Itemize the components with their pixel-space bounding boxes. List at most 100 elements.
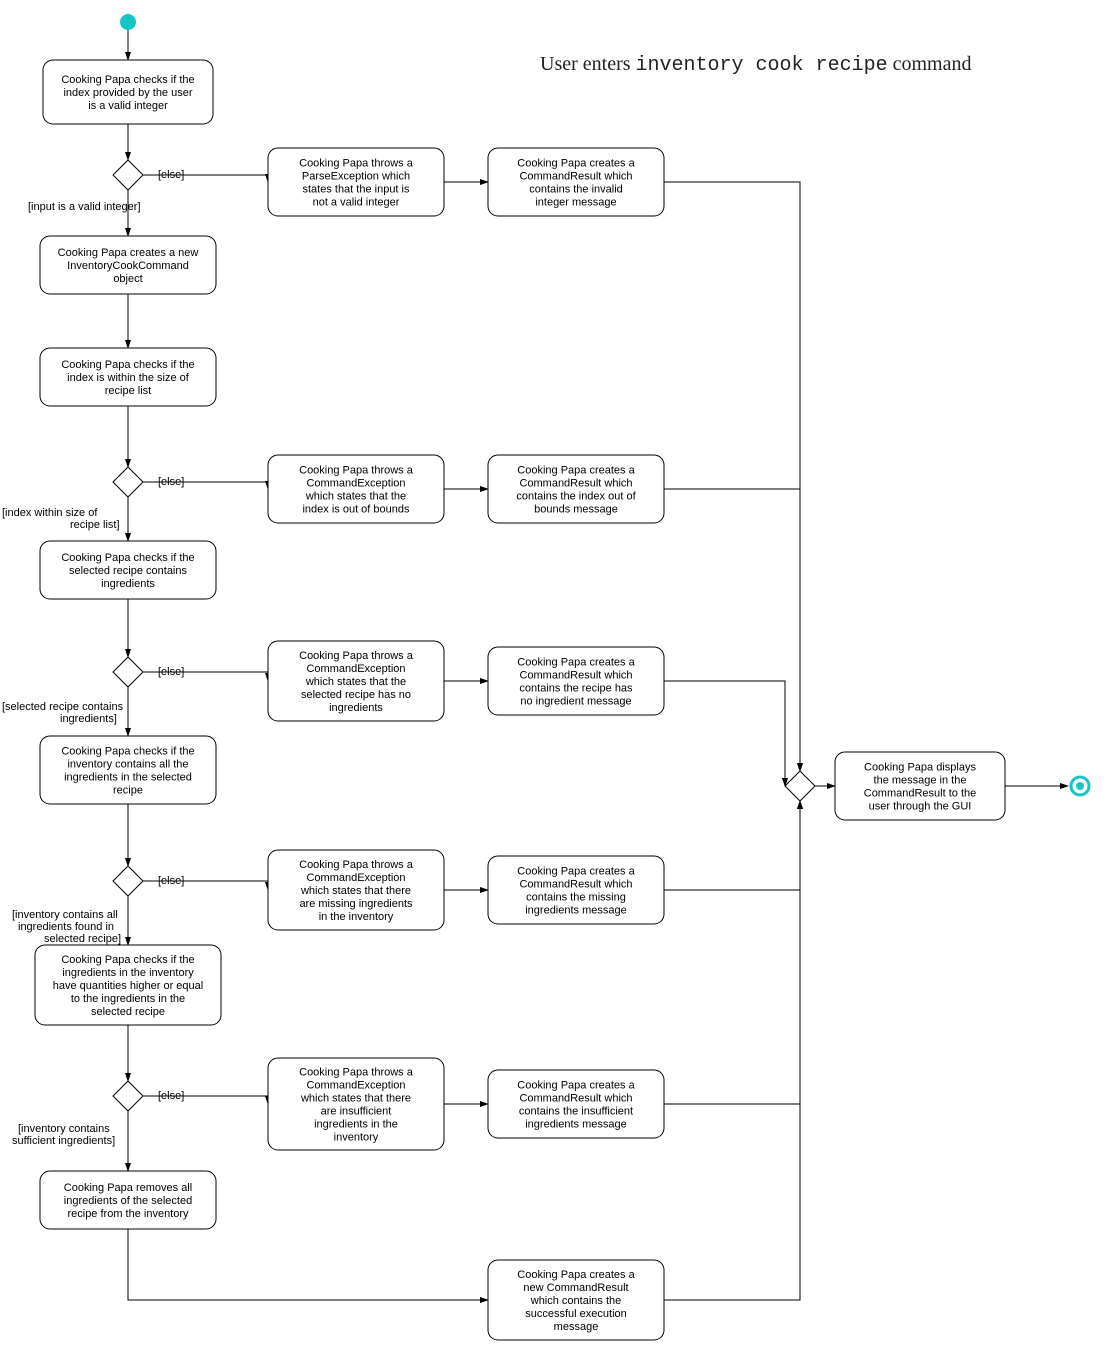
end-node-inner bbox=[1076, 782, 1084, 790]
action-node: Cooking Papa creates aCommandResult whic… bbox=[488, 455, 664, 523]
action-text: inventory contains all the bbox=[67, 759, 188, 771]
action-text: is a valid integer bbox=[88, 100, 168, 112]
action-text: ParseException which bbox=[302, 171, 410, 183]
action-node: Cooking Papa throws aCommandExceptionwhi… bbox=[268, 850, 444, 930]
action-text: Cooking Papa creates a new bbox=[58, 247, 199, 259]
action-text: Cooking Papa checks if the bbox=[61, 74, 194, 86]
guard-label: [index within size of bbox=[2, 507, 98, 519]
decision-node bbox=[785, 771, 815, 801]
guard-label: [inventory contains bbox=[18, 1123, 110, 1135]
flow-edge bbox=[664, 801, 800, 890]
action-text: inventory bbox=[334, 1132, 379, 1144]
guard-label: ingredients] bbox=[60, 713, 117, 725]
action-text: ingredients message bbox=[525, 905, 627, 917]
action-text: not a valid integer bbox=[313, 197, 400, 209]
action-node: Cooking Papa creates a newInventoryCookC… bbox=[40, 236, 216, 294]
action-node: Cooking Papa throws aParseException whic… bbox=[268, 148, 444, 216]
action-text: Cooking Papa creates a bbox=[517, 657, 635, 669]
action-text: contains the missing bbox=[526, 892, 626, 904]
action-node: Cooking Papa checks if theinventory cont… bbox=[40, 736, 216, 804]
flow-edge bbox=[664, 801, 800, 1104]
action-text: Cooking Papa throws a bbox=[299, 859, 414, 871]
diagram-title: User enters inventory cook recipe comman… bbox=[540, 53, 971, 77]
guard-label: [selected recipe contains bbox=[2, 701, 124, 713]
action-text: CommandException bbox=[306, 1080, 405, 1092]
action-text: message bbox=[554, 1321, 599, 1333]
decision-node bbox=[113, 866, 143, 896]
action-text: CommandResult to the bbox=[864, 788, 977, 800]
guard-label: [else] bbox=[158, 476, 184, 488]
action-node: Cooking Papa checks if theingredients in… bbox=[35, 945, 221, 1025]
decision-node bbox=[113, 1081, 143, 1111]
action-text: selected recipe has no bbox=[301, 689, 411, 701]
action-text: ingredients in the selected bbox=[64, 772, 192, 784]
guard-label: [else] bbox=[158, 1090, 184, 1102]
action-text: which states that there bbox=[300, 1093, 411, 1105]
action-text: index is within the size of bbox=[67, 372, 190, 384]
action-text: Cooking Papa removes all bbox=[64, 1182, 192, 1194]
action-text: CommandResult which bbox=[519, 879, 632, 891]
guard-label: ingredients found in bbox=[18, 921, 114, 933]
action-text: CommandResult which bbox=[519, 478, 632, 490]
action-text: recipe list bbox=[105, 385, 151, 397]
flow-edge bbox=[664, 489, 800, 771]
action-node: Cooking Papa creates aCommandResult whic… bbox=[488, 856, 664, 924]
action-text: ingredients bbox=[329, 702, 383, 714]
flow-edge bbox=[128, 1229, 488, 1300]
action-text: the message in the bbox=[874, 775, 967, 787]
action-text: Cooking Papa creates a bbox=[517, 158, 635, 170]
action-text: InventoryCookCommand bbox=[67, 260, 189, 272]
action-text: Cooking Papa throws a bbox=[299, 465, 414, 477]
action-text: index is out of bounds bbox=[302, 504, 410, 516]
action-text: Cooking Papa checks if the bbox=[61, 746, 194, 758]
action-text: CommandException bbox=[306, 663, 405, 675]
action-text: contains the invalid bbox=[529, 184, 623, 196]
action-text: index provided by the user bbox=[63, 87, 192, 99]
action-text: Cooking Papa creates a bbox=[517, 465, 635, 477]
action-text: CommandResult which bbox=[519, 171, 632, 183]
action-text: ingredients bbox=[101, 578, 155, 590]
start-node bbox=[120, 14, 136, 30]
action-node: Cooking Papa displaysthe message in theC… bbox=[835, 752, 1005, 820]
action-text: which states that the bbox=[305, 491, 406, 503]
action-text: user through the GUI bbox=[869, 801, 972, 813]
action-text: no ingredient message bbox=[520, 696, 631, 708]
action-text: contains the insufficient bbox=[519, 1106, 633, 1118]
action-text: CommandResult which bbox=[519, 1093, 632, 1105]
action-text: Cooking Papa throws a bbox=[299, 1067, 414, 1079]
action-text: contains the index out of bbox=[516, 491, 636, 503]
action-text: states that the input is bbox=[302, 184, 410, 196]
action-node: Cooking Papa creates anew CommandResultw… bbox=[488, 1260, 664, 1340]
action-text: which states that there bbox=[300, 885, 411, 897]
action-text: ingredients in the bbox=[314, 1119, 398, 1131]
action-node: Cooking Papa throws aCommandExceptionwhi… bbox=[268, 1058, 444, 1150]
action-text: selected recipe contains bbox=[69, 565, 188, 577]
action-text: bounds message bbox=[534, 504, 618, 516]
action-text: to the ingredients in the bbox=[71, 993, 185, 1005]
decision-node bbox=[113, 657, 143, 687]
action-node: Cooking Papa removes allingredients of t… bbox=[40, 1171, 216, 1229]
action-text: are insufficient bbox=[321, 1106, 392, 1118]
action-text: CommandResult which bbox=[519, 670, 632, 682]
action-text: integer message bbox=[535, 197, 616, 209]
action-node: Cooking Papa checks if theindex is withi… bbox=[40, 348, 216, 406]
action-text: Cooking Papa throws a bbox=[299, 650, 414, 662]
flow-edge bbox=[664, 801, 800, 1300]
action-text: Cooking Papa displays bbox=[864, 762, 976, 774]
action-text: Cooking Papa checks if the bbox=[61, 954, 194, 966]
action-text: ingredients message bbox=[525, 1119, 627, 1131]
action-text: recipe from the inventory bbox=[67, 1208, 189, 1220]
activity-diagram: User enters inventory cook recipe comman… bbox=[0, 0, 1112, 1372]
action-text: Cooking Papa throws a bbox=[299, 158, 414, 170]
guard-label: [else] bbox=[158, 169, 184, 181]
action-text: are missing ingredients bbox=[299, 898, 413, 910]
action-text: Cooking Papa checks if the bbox=[61, 552, 194, 564]
flow-edge bbox=[664, 681, 785, 786]
action-text: Cooking Papa creates a bbox=[517, 1269, 635, 1281]
action-text: recipe bbox=[113, 785, 143, 797]
action-text: contains the recipe has bbox=[519, 683, 633, 695]
guard-label: selected recipe] bbox=[44, 933, 121, 945]
action-text: CommandException bbox=[306, 478, 405, 490]
action-text: Cooking Papa creates a bbox=[517, 1080, 635, 1092]
action-text: object bbox=[113, 273, 142, 285]
